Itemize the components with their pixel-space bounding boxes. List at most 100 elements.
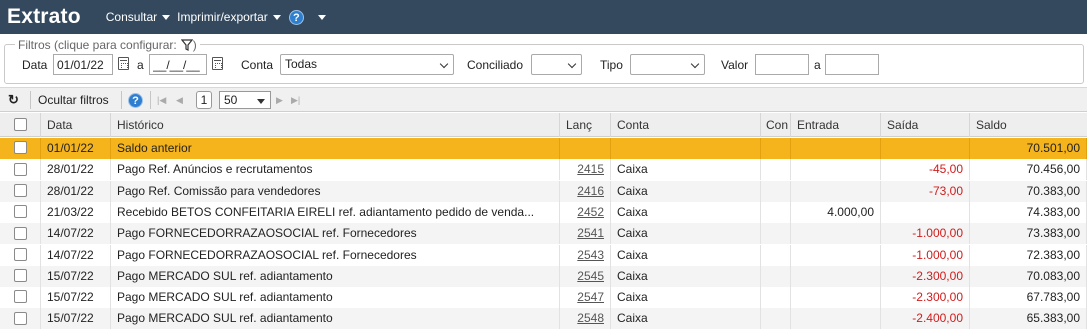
cell-lanc: 2543 — [560, 244, 611, 266]
lanc-link[interactable]: 2543 — [577, 248, 604, 262]
checkbox-icon — [13, 226, 27, 240]
row-checkbox[interactable] — [0, 287, 41, 309]
table-row[interactable]: 15/07/22 Pago MERCADO SUL ref. adiantamen… — [0, 265, 1087, 287]
lanc-link[interactable]: 2545 — [577, 269, 604, 283]
table-row[interactable]: 15/07/22 Pago MERCADO SUL ref. adiantamen… — [0, 287, 1087, 309]
table-row[interactable]: 14/07/22 Pago FORNECEDORRAZAOSOCIAL ref. … — [0, 244, 1087, 266]
valor-to-input[interactable] — [825, 54, 879, 75]
cell-historico: Pago MERCADO SUL ref. adiantamento — [111, 308, 560, 330]
row-checkbox[interactable] — [0, 138, 41, 159]
help-button[interactable]: ? — [128, 88, 143, 112]
checkbox-icon — [13, 311, 27, 325]
cell-entrada — [791, 223, 881, 245]
calendar-icon[interactable] — [212, 57, 223, 70]
filters-legend-label: Filtros (clique para configurar: — [18, 38, 177, 52]
tipo-select[interactable] — [630, 54, 705, 75]
row-checkbox[interactable] — [0, 265, 41, 287]
help-icon: ? — [288, 9, 304, 25]
cell-saida: -1.000,00 — [881, 223, 970, 245]
cell-historico: Pago Ref. Comissão para vendedores — [111, 180, 560, 202]
row-checkbox[interactable] — [0, 201, 41, 223]
lanc-link[interactable]: 2548 — [577, 311, 604, 325]
filters-panel[interactable]: Filtros (clique para configurar: ) Data … — [4, 38, 1084, 84]
column-header-lanc[interactable]: Lanç — [560, 113, 611, 137]
select-all-checkbox[interactable] — [0, 113, 41, 137]
cell-conta: Caixa — [611, 180, 761, 202]
page-number-input[interactable]: 1 — [196, 91, 212, 109]
cell-lanc: 2545 — [560, 265, 611, 287]
cell-conta: Caixa — [611, 244, 761, 266]
cell-saldo: 73.383,00 — [970, 223, 1087, 245]
lanc-link[interactable]: 2416 — [577, 184, 604, 198]
cell-data: 28/01/22 — [41, 180, 111, 202]
column-header-con[interactable]: Con — [761, 113, 791, 137]
row-checkbox[interactable] — [0, 244, 41, 266]
cell-lanc: 2541 — [560, 223, 611, 245]
valor-label: Valor — [721, 58, 749, 72]
row-checkbox[interactable] — [0, 180, 41, 202]
cell-entrada — [791, 287, 881, 309]
conciliado-select[interactable] — [531, 54, 582, 75]
cell-saldo: 70.501,00 — [970, 138, 1087, 159]
next-page-icon[interactable]: ▶ — [276, 88, 283, 112]
last-page-icon[interactable]: ▶| — [291, 88, 300, 112]
cell-con — [761, 244, 791, 266]
filters-legend[interactable]: Filtros (clique para configurar: ) — [15, 38, 200, 52]
column-header-saida[interactable]: Saída — [881, 113, 970, 137]
cell-saldo: 70.383,00 — [970, 180, 1087, 202]
column-header-data[interactable]: Data — [41, 113, 111, 137]
row-checkbox[interactable] — [0, 223, 41, 245]
page-size-value: 50 — [224, 93, 238, 107]
toolbar-divider — [30, 91, 31, 109]
cell-data: 14/07/22 — [41, 223, 111, 245]
cell-saldo: 65.383,00 — [970, 308, 1087, 330]
cell-conta: Caixa — [611, 223, 761, 245]
date-to-input[interactable] — [149, 54, 207, 75]
table-header: Data Histórico Lanç Conta Con Entrada Sa… — [0, 113, 1087, 137]
column-header-conta[interactable]: Conta — [611, 113, 761, 137]
row-checkbox[interactable] — [0, 159, 41, 181]
table-row[interactable]: 21/03/22 Recebido BETOS CONFEITARIA EIREL… — [0, 201, 1087, 223]
column-header-historico[interactable]: Histórico — [111, 113, 560, 137]
lanc-link[interactable]: 2541 — [577, 226, 604, 240]
conta-select[interactable]: Todas — [280, 54, 454, 75]
cell-data: 14/07/22 — [41, 244, 111, 266]
cell-data: 21/03/22 — [41, 201, 111, 223]
cell-lanc: 2415 — [560, 159, 611, 181]
valor-a-label: a — [814, 58, 821, 72]
column-header-saldo[interactable]: Saldo — [970, 113, 1087, 137]
calendar-icon[interactable] — [118, 57, 129, 70]
cell-lanc: 2452 — [560, 201, 611, 223]
menu-imprimir-exportar[interactable]: Imprimir/exportar — [177, 10, 281, 24]
cell-data: 15/07/22 — [41, 287, 111, 309]
cell-data: 01/01/22 — [41, 138, 111, 159]
table-row[interactable]: 01/01/22 Saldo anterior 70.501,00 — [0, 138, 1087, 159]
date-from-input[interactable] — [53, 54, 113, 75]
cell-con — [761, 223, 791, 245]
page-size-select[interactable]: 50 — [219, 91, 271, 109]
help-menu[interactable]: ? — [288, 9, 326, 25]
menu-imprimir-label: Imprimir/exportar — [177, 10, 268, 24]
chevron-down-icon — [162, 14, 171, 20]
cell-historico: Pago MERCADO SUL ref. adiantamento — [111, 265, 560, 287]
checkbox-icon — [13, 205, 27, 219]
table-row[interactable]: 28/01/22 Pago Ref. Comissão para vendedor… — [0, 180, 1087, 202]
lanc-link[interactable]: 2415 — [577, 162, 604, 176]
table-row[interactable]: 15/07/22 Pago MERCADO SUL ref. adiantamen… — [0, 308, 1087, 330]
table-row[interactable]: 14/07/22 Pago FORNECEDORRAZAOSOCIAL ref. … — [0, 223, 1087, 245]
page-title: Extrato — [7, 5, 81, 28]
ocultar-filtros-button[interactable]: Ocultar filtros — [38, 88, 109, 112]
row-checkbox[interactable] — [0, 308, 41, 330]
valor-from-input[interactable] — [755, 54, 809, 75]
lanc-link[interactable]: 2547 — [577, 290, 604, 304]
menu-consultar[interactable]: Consultar — [106, 10, 171, 24]
cell-historico: Recebido BETOS CONFEITARIA EIRELI ref. a… — [111, 201, 560, 223]
funnel-icon[interactable] — [180, 39, 193, 51]
prev-page-icon[interactable]: ◀ — [176, 88, 183, 112]
lanc-link[interactable]: 2452 — [577, 205, 604, 219]
refresh-icon[interactable]: ↻ — [8, 88, 19, 112]
first-page-icon[interactable]: |◀ — [157, 88, 166, 112]
table-row[interactable]: 28/01/22 Pago Ref. Anúncios e recrutament… — [0, 159, 1087, 181]
grid-toolbar: ↻ Ocultar filtros ? |◀ ◀ 1 50 ▶ ▶| — [0, 87, 1087, 112]
column-header-entrada[interactable]: Entrada — [791, 113, 881, 137]
